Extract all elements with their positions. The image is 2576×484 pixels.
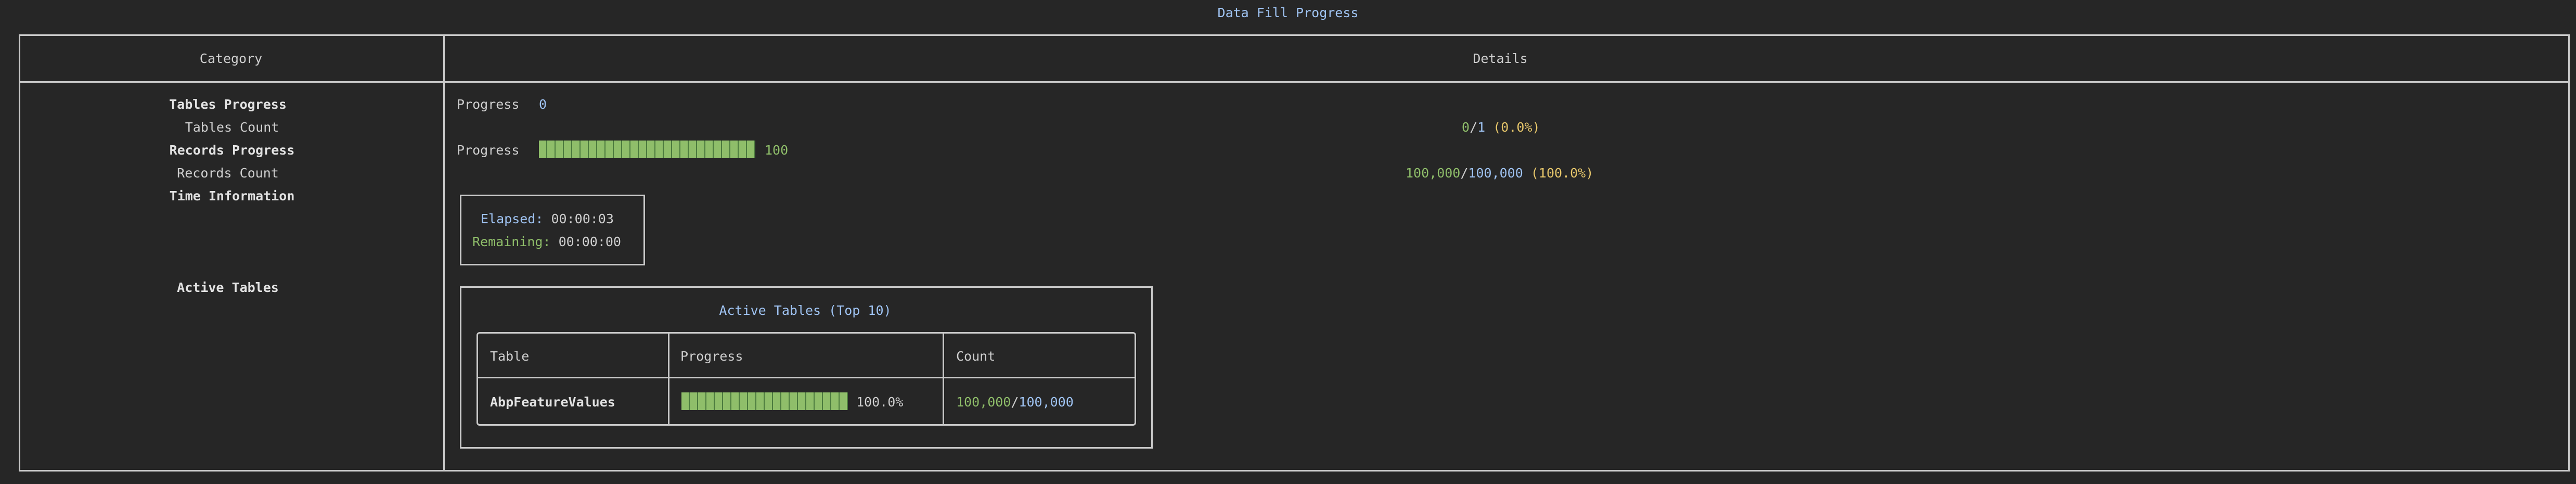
tables-count-total: 1 [1477,120,1486,135]
column-header-details: Details [1473,51,1528,66]
active-tables-header-table: Table [490,349,530,364]
active-tables-grid [476,332,1136,426]
tables-progress-text: Progress [457,97,520,112]
header-divider [19,81,2570,83]
time-information-label: Time Information [169,188,295,203]
active-tables-col-divider-2 [943,332,944,426]
active-table-name: AbpFeatureValues [490,394,615,410]
tables-count-label: Tables Count [185,120,279,135]
active-table-count: 100,000/100,000 [956,396,1074,409]
elapsed-value: 00:00:03 [551,211,614,226]
records-progress-value: 100 [765,143,789,158]
active-table-count-done: 100,000 [956,394,1011,410]
active-table-percent: 100.0% [856,394,904,410]
column-header-category: Category [199,51,263,66]
elapsed-label: Elapsed: [481,211,544,226]
active-table-count-total: 100,000 [1019,394,1074,410]
records-progress-text: Progress [457,143,520,158]
active-table-progress-bar [681,392,848,410]
records-count-total: 100,000 [1468,165,1523,181]
active-table-count-slash: / [1011,394,1019,410]
tables-progress-value: 0 [539,97,547,112]
time-information-panel [460,195,645,265]
tables-count-slash: / [1470,120,1478,135]
records-progress-bar [539,141,755,158]
column-divider [443,34,445,472]
window-title: Data Fill Progress [1217,5,1359,20]
records-count-done: 100,000 [1406,165,1461,181]
records-count-value: 100,000/100,000 (100.0%) [1406,167,1593,180]
tables-count-percent: (0.0%) [1493,120,1540,135]
active-tables-header-divider [476,377,1136,378]
records-count-slash: / [1460,165,1469,181]
remaining-row: Remaining: 00:00:00 [472,235,621,248]
active-tables-header-count: Count [956,349,996,364]
records-count-percent: (100.0%) [1530,165,1594,181]
remaining-label: Remaining: [472,234,551,249]
active-tables-col-divider-1 [668,332,669,426]
records-progress-label: Records Progress [169,143,295,158]
progress-table [19,34,2570,472]
tables-progress-label: Tables Progress [169,97,287,112]
tables-count-done: 0 [1462,120,1470,135]
active-tables-label: Active Tables [177,280,279,295]
elapsed-row: Elapsed: 00:00:03 [481,212,614,225]
tables-count-value: 0/1 (0.0%) [1462,121,1540,134]
active-tables-title: Active Tables (Top 10) [719,303,892,318]
active-tables-header-progress: Progress [680,349,743,364]
records-count-label: Records Count [177,165,279,181]
remaining-value: 00:00:00 [558,234,621,249]
